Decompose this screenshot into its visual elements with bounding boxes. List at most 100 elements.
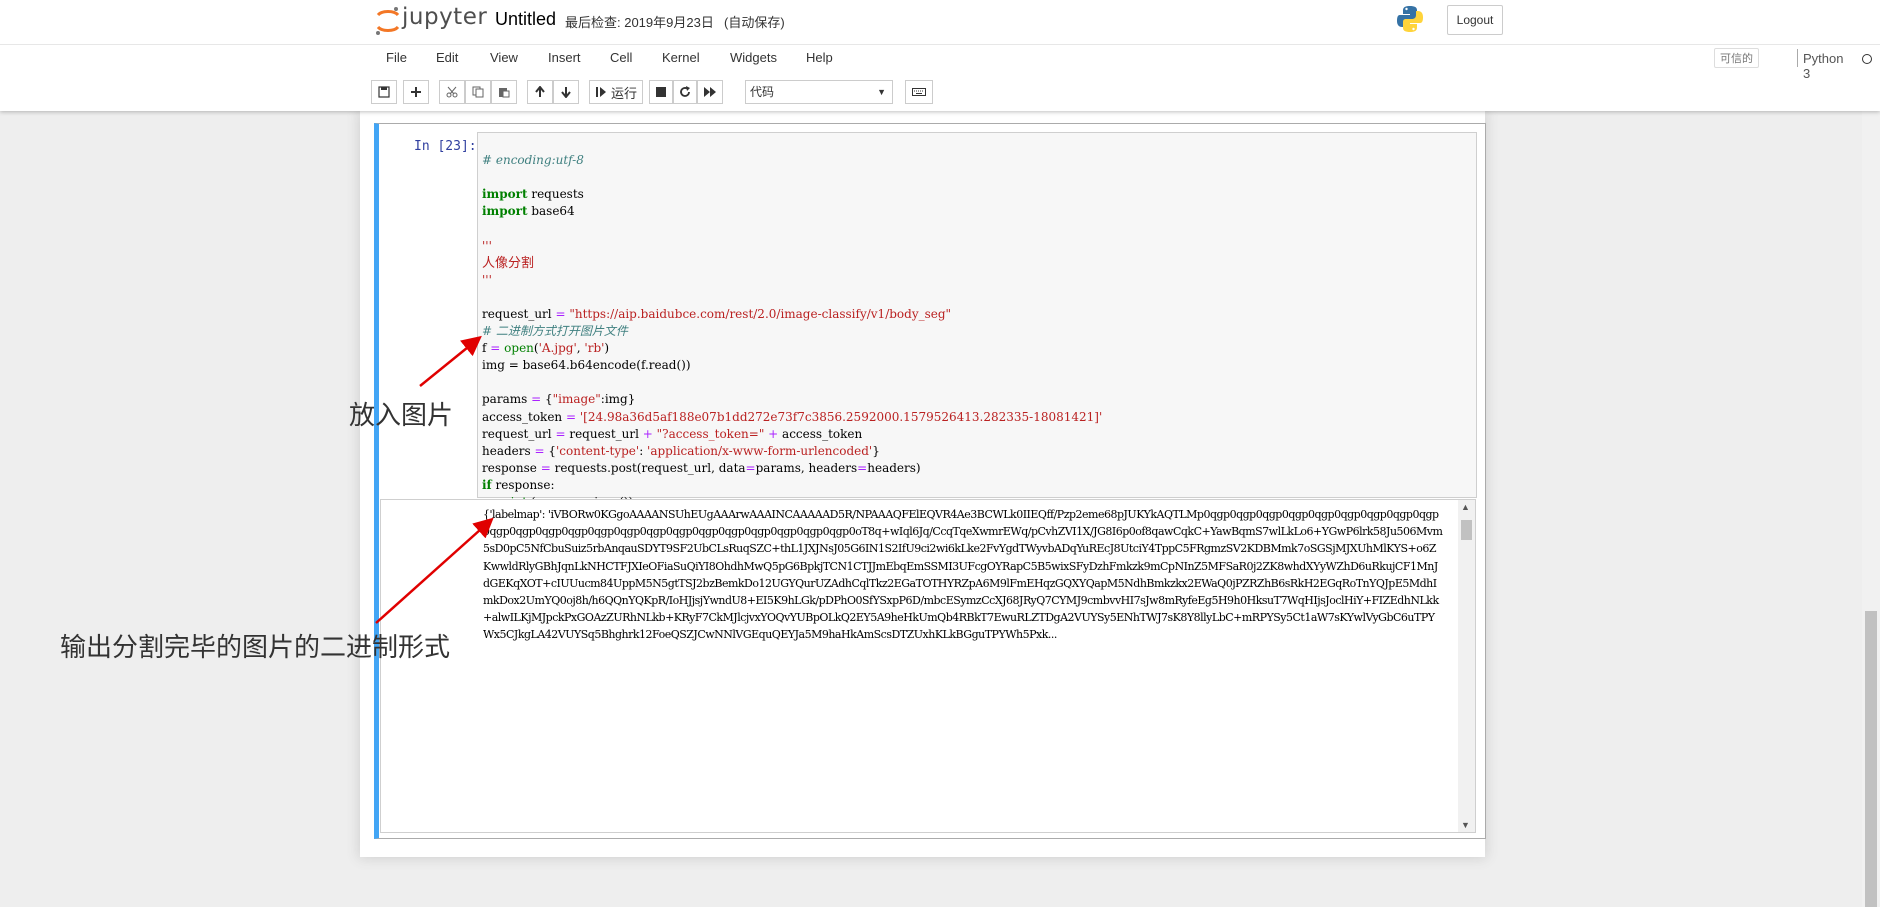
menu-view[interactable]: View xyxy=(490,50,518,65)
code-operator: = xyxy=(745,460,756,475)
arrow-down-icon xyxy=(561,87,571,98)
jupyter-logo-text[interactable]: jupyter xyxy=(402,4,487,30)
cut-icon xyxy=(446,86,458,98)
arrow-up-icon xyxy=(535,86,545,97)
output-text: {'labelmap': 'iVBORw0KGgoAAAANSUhEUgAAAr… xyxy=(483,508,1443,642)
notebook-header: jupyter Untitled 最后检查: 2019年9月23日 (自动保存)… xyxy=(0,0,1880,111)
scroll-down-icon[interactable]: ▼ xyxy=(1461,820,1470,830)
menu-bar: File Edit View Insert Cell Kernel Widget… xyxy=(370,46,1872,81)
code-text-span: ) xyxy=(604,341,610,356)
code-string: "image" xyxy=(552,392,601,407)
output-area[interactable]: {'labelmap': 'iVBORw0KGgoAAAANSUhEUgAAAr… xyxy=(380,499,1476,833)
code-string: 'rb' xyxy=(584,341,605,356)
code-string: ''' xyxy=(482,238,492,253)
code-line: # encoding:utf-8 xyxy=(482,153,584,168)
code-operator: = xyxy=(565,409,577,424)
command-palette-button[interactable] xyxy=(905,80,933,104)
restart-run-all-button[interactable] xyxy=(697,80,723,104)
code-operator: = xyxy=(857,460,868,475)
code-text[interactable]: # encoding:utf-8 import requests import … xyxy=(482,135,1102,511)
code-text-span: params, headers xyxy=(755,460,858,475)
run-button[interactable]: 运行 xyxy=(589,80,643,104)
code-operator: = xyxy=(540,460,551,475)
code-string: ''' xyxy=(482,272,492,287)
code-keyword: if xyxy=(482,477,492,492)
annotation-output-binary: 输出分割完毕的图片的二进制形式 xyxy=(60,633,451,663)
restart-icon xyxy=(680,86,690,97)
code-text-span: request_url xyxy=(482,306,556,321)
page-scroll-thumb[interactable] xyxy=(1865,611,1877,907)
code-text-span: response xyxy=(482,460,541,475)
restart-button[interactable] xyxy=(673,80,697,104)
code-text-span: headers xyxy=(482,443,535,458)
kernel-idle-icon xyxy=(1862,54,1872,64)
code-keyword: import xyxy=(482,204,528,219)
code-text-span: response: xyxy=(491,477,555,492)
move-up-button[interactable] xyxy=(527,80,553,104)
menu-widgets[interactable]: Widgets xyxy=(730,50,777,65)
dropdown-caret-icon: ▼ xyxy=(877,87,886,97)
notebook-name[interactable]: Untitled xyxy=(495,9,556,30)
keyboard-icon xyxy=(912,88,926,96)
copy-icon xyxy=(472,86,484,98)
code-text-span: : xyxy=(639,443,648,458)
code-string: "?access_token=" xyxy=(652,426,769,441)
kernel-name[interactable]: Python 3 xyxy=(1803,51,1843,81)
code-text-span: img = base64.b64encode(f.read()) xyxy=(482,358,691,373)
run-label: 运行 xyxy=(610,85,637,101)
cell-type-value: 代码 xyxy=(750,85,775,99)
code-text-span: { xyxy=(544,443,556,458)
stop-icon xyxy=(656,87,666,97)
save-icon xyxy=(378,86,390,98)
scroll-up-icon[interactable]: ▲ xyxy=(1461,502,1470,512)
move-down-button[interactable] xyxy=(553,80,579,104)
toolbar: 运行 代码 ▼ xyxy=(370,80,1508,106)
code-string: 'application/x-www-form-urlencoded' xyxy=(647,443,873,458)
interrupt-button[interactable] xyxy=(649,80,673,104)
output-scroll-thumb[interactable] xyxy=(1461,520,1472,540)
menu-edit[interactable]: Edit xyxy=(436,50,458,65)
output-scrollbar[interactable]: ▲ ▼ xyxy=(1458,500,1475,832)
code-operator: = xyxy=(490,341,501,356)
menu-kernel[interactable]: Kernel xyxy=(662,50,700,65)
page-scrollbar[interactable] xyxy=(1862,111,1880,907)
paste-button[interactable] xyxy=(491,80,517,104)
logout-button[interactable]: Logout xyxy=(1447,5,1503,35)
code-text-span: { xyxy=(541,392,553,407)
code-text-span: headers) xyxy=(867,460,921,475)
code-text-span: requests xyxy=(527,187,584,202)
menu-insert[interactable]: Insert xyxy=(548,50,581,65)
menu-cell[interactable]: Cell xyxy=(610,50,632,65)
kernel-separator xyxy=(1797,49,1798,67)
checkpoint-status: 最后检查: 2019年9月23日 xyxy=(565,15,714,30)
insert-cell-button[interactable] xyxy=(403,80,429,104)
code-operator: = xyxy=(555,306,566,321)
code-string: '[24.98a36d5af188e07b1dd272e73f7c3856.25… xyxy=(579,409,1103,424)
copy-button[interactable] xyxy=(465,80,491,104)
save-button[interactable] xyxy=(371,80,397,104)
cell-type-select[interactable]: 代码 ▼ xyxy=(745,80,893,104)
fast-forward-icon xyxy=(704,87,716,97)
annotation-put-image: 放入图片 xyxy=(349,401,454,431)
autosave-status: (自动保存) xyxy=(724,15,785,30)
code-text-span: access_token xyxy=(482,409,566,424)
code-builtin: open xyxy=(504,341,534,356)
menu-help[interactable]: Help xyxy=(806,50,833,65)
code-text-span: request_url xyxy=(482,426,556,441)
code-string: "https://aip.baidubce.com/rest/2.0/image… xyxy=(565,306,952,321)
code-operator: + xyxy=(642,426,653,441)
code-operator: = xyxy=(531,392,542,407)
code-text-span: base64 xyxy=(527,204,575,219)
code-text-span: request_url xyxy=(565,426,643,441)
code-keyword: import xyxy=(482,187,528,202)
input-prompt: In [23]: xyxy=(414,139,477,154)
menu-file[interactable]: File xyxy=(386,50,407,65)
trusted-indicator[interactable]: 可信的 xyxy=(1714,48,1759,68)
cut-button[interactable] xyxy=(439,80,465,104)
run-icon xyxy=(595,87,606,97)
code-string: 人像分割 xyxy=(482,255,535,271)
code-text-span: } xyxy=(872,443,880,458)
plus-icon xyxy=(411,87,421,97)
code-operator: = xyxy=(555,426,566,441)
code-operator: = xyxy=(534,443,545,458)
